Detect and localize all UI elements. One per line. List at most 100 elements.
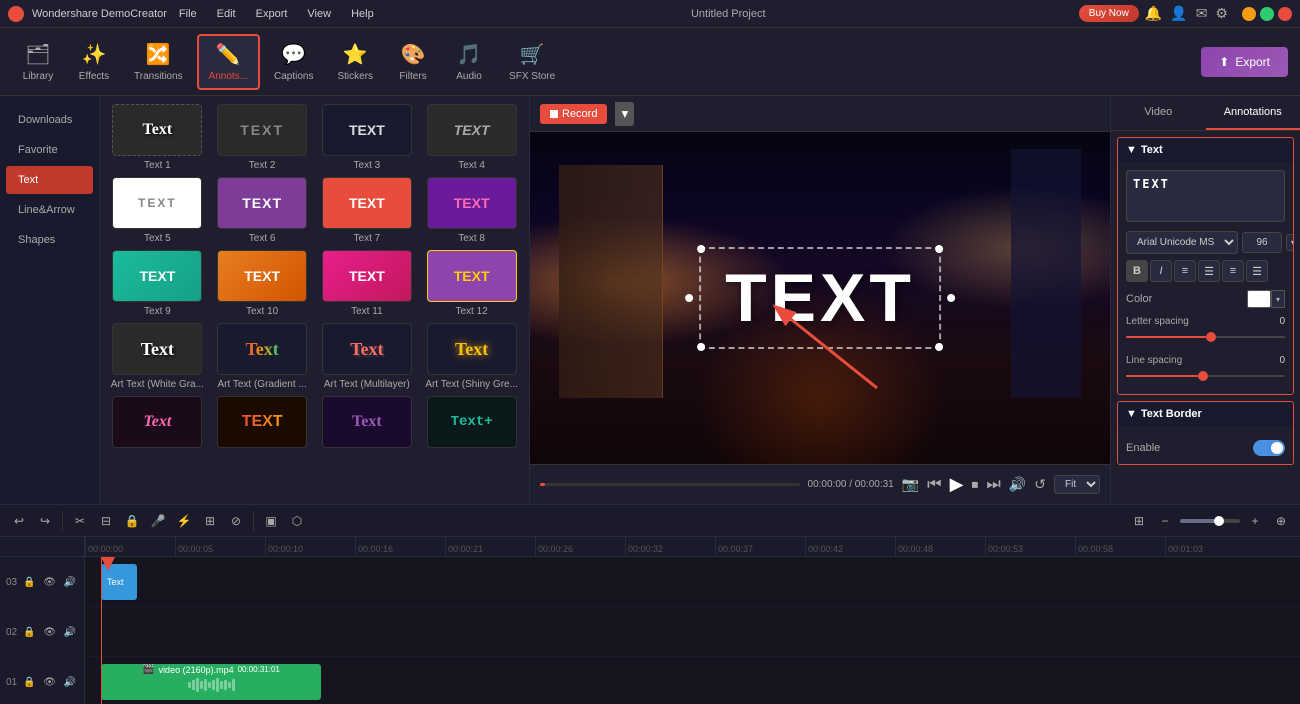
align-center-button[interactable]: ☰ bbox=[1198, 260, 1220, 282]
enable-toggle[interactable] bbox=[1253, 440, 1285, 456]
bell-icon[interactable]: 🔔 bbox=[1145, 5, 1162, 22]
art-text-3[interactable]: Text Art Text (Multilayer) bbox=[318, 323, 417, 390]
fit-timeline-button[interactable]: ⊞ bbox=[1128, 510, 1150, 532]
track1-eye[interactable]: 👁 bbox=[41, 571, 57, 593]
track1-audio[interactable]: 🔊 bbox=[62, 571, 78, 593]
video-clip[interactable]: 🎬 video (2160p).mp4 00:00:31:01 bbox=[101, 664, 321, 700]
text-thumb-8[interactable]: TEXT bbox=[427, 177, 517, 229]
text-style-5[interactable]: TEXT Text 5 bbox=[108, 177, 207, 244]
text-style-extra-3[interactable]: Text bbox=[318, 396, 417, 452]
menu-help[interactable]: Help bbox=[347, 6, 378, 22]
menu-file[interactable]: File bbox=[175, 6, 201, 22]
handle-tr[interactable] bbox=[935, 245, 943, 253]
art-text-1[interactable]: Text Art Text (White Gra... bbox=[108, 323, 207, 390]
minimize-button[interactable] bbox=[1242, 7, 1256, 21]
text-thumb-9[interactable]: TEXT bbox=[112, 250, 202, 302]
text-style-1[interactable]: Text Text 1 bbox=[108, 104, 207, 171]
sidebar-item-line-arrow[interactable]: Line&Arrow bbox=[6, 196, 93, 224]
align-justify-button[interactable]: ☰ bbox=[1246, 260, 1268, 282]
text-style-11[interactable]: TEXT Text 11 bbox=[318, 250, 417, 317]
text-thumb-3[interactable]: TEXT bbox=[322, 104, 412, 156]
track3-lock[interactable]: 🔒 bbox=[21, 671, 37, 693]
volume-button[interactable]: 🔊 bbox=[1009, 476, 1026, 493]
text-style-extra-2[interactable]: TEXT bbox=[213, 396, 312, 452]
text-thumb-4[interactable]: TEXT bbox=[427, 104, 517, 156]
text-thumb-11[interactable]: TEXT bbox=[322, 250, 412, 302]
text-content-input[interactable]: TEXT bbox=[1126, 170, 1285, 222]
bot-thumb-2[interactable]: TEXT bbox=[217, 396, 307, 448]
align-left-button[interactable]: ≡ bbox=[1174, 260, 1196, 282]
sidebar-item-text[interactable]: Text bbox=[6, 166, 93, 194]
font-size-input[interactable]: 96 bbox=[1242, 232, 1282, 253]
mic-button[interactable]: 🎤 bbox=[147, 510, 169, 532]
art-thumb-1[interactable]: Text bbox=[112, 323, 202, 375]
screenshot-button[interactable]: 📷 bbox=[902, 476, 919, 493]
redo-button[interactable]: ↪ bbox=[34, 510, 56, 532]
speed-button[interactable]: ⚡ bbox=[173, 510, 195, 532]
toolbar-filters[interactable]: 🎨 Filters bbox=[387, 36, 439, 88]
text-clip[interactable]: Text bbox=[101, 564, 137, 600]
record-button[interactable]: ● Record bbox=[540, 104, 607, 124]
bold-button[interactable]: B bbox=[1126, 260, 1148, 282]
text-thumb-5[interactable]: TEXT bbox=[112, 177, 202, 229]
handle-tl[interactable] bbox=[697, 245, 705, 253]
menu-export[interactable]: Export bbox=[252, 6, 292, 22]
text-thumb-1[interactable]: Text bbox=[112, 104, 202, 156]
handle-br[interactable] bbox=[935, 343, 943, 351]
play-button[interactable]: ▶ bbox=[950, 474, 964, 495]
toolbar-captions[interactable]: 💬 Captions bbox=[264, 36, 323, 88]
letter-spacing-thumb[interactable] bbox=[1206, 332, 1216, 342]
text-style-6[interactable]: TEXT Text 6 bbox=[213, 177, 312, 244]
stop-button[interactable]: ⏹ bbox=[971, 476, 978, 493]
preview-progress-bar[interactable] bbox=[540, 483, 800, 486]
text-thumb-6[interactable]: TEXT bbox=[217, 177, 307, 229]
text-style-3[interactable]: TEXT Text 3 bbox=[318, 104, 417, 171]
zoom-out-button[interactable]: − bbox=[1154, 510, 1176, 532]
text-style-7[interactable]: TEXT Text 7 bbox=[318, 177, 417, 244]
zoom-in-button[interactable]: + bbox=[1244, 510, 1266, 532]
art-thumb-4[interactable]: Text bbox=[427, 323, 517, 375]
sidebar-item-downloads[interactable]: Downloads bbox=[6, 106, 93, 134]
bot-thumb-3[interactable]: Text bbox=[322, 396, 412, 448]
scissors-button[interactable]: ✂ bbox=[69, 510, 91, 532]
undo-button[interactable]: ↩ bbox=[8, 510, 30, 532]
sidebar-item-shapes[interactable]: Shapes bbox=[6, 226, 93, 254]
toolbar-sfx[interactable]: 🛒 SFX Store bbox=[499, 36, 565, 88]
forward-button[interactable]: ⏭ bbox=[986, 476, 1000, 494]
fit-select[interactable]: Fit bbox=[1054, 475, 1100, 494]
sidebar-item-favorite[interactable]: Favorite bbox=[6, 136, 93, 164]
add-track-button[interactable]: ⊕ bbox=[1270, 510, 1292, 532]
text-border-header[interactable]: ▼ Text Border bbox=[1118, 402, 1293, 426]
record-dropdown-button[interactable]: ▾ bbox=[615, 102, 634, 126]
italic-button[interactable]: I bbox=[1150, 260, 1172, 282]
handle-mr[interactable] bbox=[947, 294, 955, 302]
text-style-extra-1[interactable]: Text bbox=[108, 396, 207, 452]
align-right-button[interactable]: ≡ bbox=[1222, 260, 1244, 282]
buy-now-button[interactable]: Buy Now bbox=[1079, 5, 1139, 22]
track2-audio[interactable]: 🔊 bbox=[62, 621, 78, 643]
text-style-2[interactable]: TEXT Text 2 bbox=[213, 104, 312, 171]
text-style-12[interactable]: TEXT Text 12 bbox=[422, 250, 521, 317]
text-selection-box[interactable]: TEXT bbox=[699, 247, 941, 349]
trim-button[interactable]: ▣ bbox=[260, 510, 282, 532]
text-thumb-10[interactable]: TEXT bbox=[217, 250, 307, 302]
track1-lock[interactable]: 🔒 bbox=[21, 571, 37, 593]
font-family-select[interactable]: Arial Unicode MS bbox=[1126, 231, 1238, 254]
handle-bl[interactable] bbox=[697, 343, 705, 351]
toolbar-transitions[interactable]: 🔀 Transitions bbox=[124, 36, 193, 88]
art-text-4[interactable]: Text Art Text (Shiny Gre... bbox=[422, 323, 521, 390]
tab-video[interactable]: Video bbox=[1111, 96, 1206, 130]
bot-thumb-4[interactable]: Text+ bbox=[427, 396, 517, 448]
delete-button[interactable]: ⊟ bbox=[95, 510, 117, 532]
line-spacing-slider[interactable] bbox=[1126, 366, 1285, 386]
text-style-10[interactable]: TEXT Text 10 bbox=[213, 250, 312, 317]
lock-button[interactable]: 🔒 bbox=[121, 510, 143, 532]
text-section-header[interactable]: ▼ Text bbox=[1118, 138, 1293, 162]
track2-lock[interactable]: 🔒 bbox=[21, 621, 37, 643]
text-thumb-7[interactable]: TEXT bbox=[322, 177, 412, 229]
motion-button[interactable]: ⬡ bbox=[286, 510, 308, 532]
bot-thumb-1[interactable]: Text bbox=[112, 396, 202, 448]
user-icon[interactable]: 👤 bbox=[1170, 5, 1187, 22]
split-button[interactable]: ⊞ bbox=[199, 510, 221, 532]
text-thumb-2[interactable]: TEXT bbox=[217, 104, 307, 156]
